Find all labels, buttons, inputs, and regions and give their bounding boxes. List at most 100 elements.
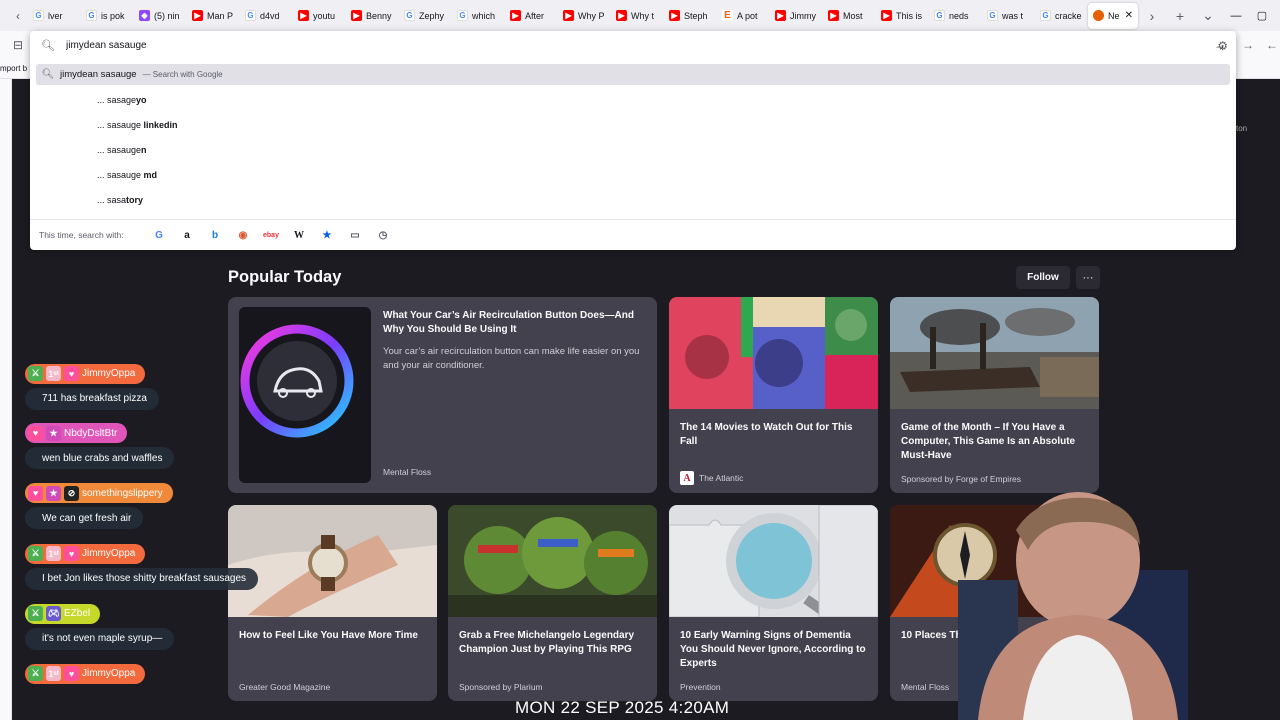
tab-scroll-right-icon[interactable]: › (1138, 3, 1166, 29)
card-source: A The Atlantic (680, 471, 743, 485)
card-title: Grab a Free Michelangelo Legendary Champ… (459, 630, 635, 655)
chat-text: 711 has breakfast pizza (25, 387, 159, 410)
tab[interactable]: ▶ Steph (664, 3, 717, 29)
one-off-search-bar: This time, search with: G a b ◉ ebay W ★… (30, 219, 1236, 250)
tab-title: Why P (578, 10, 605, 21)
story-card[interactable]: How to Feel Like You Have More Time Grea… (228, 505, 437, 701)
youtube-favicon-icon: ▶ (616, 10, 627, 21)
maximize-icon[interactable]: ▢ (1244, 0, 1280, 31)
wikipedia-engine-icon[interactable]: W (285, 224, 313, 246)
tab-title: was t (1002, 10, 1024, 21)
duckduckgo-engine-icon[interactable]: ◉ (229, 224, 257, 246)
tab[interactable]: ▶ After (505, 3, 558, 29)
tab[interactable]: Gneds (929, 3, 982, 29)
tab[interactable]: ▶ This is (876, 3, 929, 29)
chat-username-pill: ⚔ 1ˢᵗ ♥ JimmyOppa (25, 663, 146, 684)
youtube-favicon-icon: ▶ (775, 10, 786, 21)
etsy-favicon-icon: E (722, 10, 733, 21)
chat-username-pill: ⚔ 🎮︎ EZbel (25, 603, 101, 624)
bing-engine-icon[interactable]: b (201, 224, 229, 246)
tab[interactable]: E A pot (717, 3, 770, 29)
tab-title: Benny (366, 10, 392, 21)
card-title: How to Feel Like You Have More Time (239, 630, 418, 641)
card-image (448, 505, 657, 617)
heart-badge-icon: ♥ (64, 546, 79, 561)
sword-badge-icon: ⚔ (28, 666, 43, 681)
search-suggestion[interactable]: ... sasauge md (97, 170, 157, 180)
google-favicon-icon: G (1040, 10, 1051, 21)
tab[interactable]: ◆ (5) nin (134, 3, 187, 29)
tabs-icon[interactable]: ▭ (341, 224, 369, 246)
back-icon[interactable]: ← (1264, 38, 1280, 52)
tab-close-icon[interactable]: ✕ (1125, 10, 1133, 21)
story-card[interactable]: What Your Car’s Air Recirculation Button… (228, 297, 657, 493)
tab[interactable]: ▶ Most (823, 3, 876, 29)
tab[interactable]: Glver (28, 3, 81, 29)
tab[interactable]: ▶ youtu (293, 3, 346, 29)
tab[interactable]: G Zephy (399, 3, 452, 29)
card-title: 10 Early Warning Signs of Dementia You S… (680, 630, 866, 669)
tab[interactable]: Gd4vd (240, 3, 293, 29)
twitch-favicon-icon: ◆ (139, 10, 150, 21)
sidebar-toggle-icon[interactable]: ⊟ (10, 38, 26, 52)
sidebar-pane (0, 79, 12, 720)
tab[interactable]: Gis pok (81, 3, 134, 29)
tab-title: d4vd (260, 10, 280, 21)
card-source-label: Greater Good Magazine (239, 682, 331, 692)
search-suggestion[interactable]: ... sasaugen (97, 145, 147, 155)
youtube-favicon-icon: ▶ (881, 10, 892, 21)
tab[interactable]: ▶ Why P (558, 3, 611, 29)
ebay-engine-icon[interactable]: ebay (257, 224, 285, 246)
story-card[interactable]: Grab a Free Michelangelo Legendary Champ… (448, 505, 657, 701)
search-suggestion[interactable]: ... sasatory (97, 195, 143, 205)
story-card[interactable]: 10 Early Warning Signs of Dementia You S… (669, 505, 878, 701)
google-favicon-icon: G (987, 10, 998, 21)
story-card[interactable]: Game of the Month – If You Have a Comput… (890, 297, 1099, 493)
search-suggestion[interactable]: ... sasageyo (97, 95, 147, 105)
tab-title: youtu (313, 10, 336, 21)
tab[interactable]: Gwhich (452, 3, 505, 29)
sword-badge-icon: ⚔ (28, 366, 43, 381)
story-card[interactable]: The 14 Movies to Watch Out for This Fall… (669, 297, 878, 493)
tab[interactable]: ▶ Why t (611, 3, 664, 29)
urlbar-input[interactable] (66, 39, 1166, 51)
search-suggestion[interactable]: ... sasauge linkedin (97, 120, 178, 130)
amazon-engine-icon[interactable]: a (173, 224, 201, 246)
tab[interactable]: ▶ Jimmy (770, 3, 823, 29)
tab-title: Most (843, 10, 863, 21)
forward-icon[interactable]: → (1240, 38, 1256, 52)
chat-username-pill: ♥ ★ NbdyDsltBtr (25, 423, 128, 443)
tab-scroll-left-icon[interactable]: ‹ (8, 6, 28, 26)
suggestion-prefix: ... sasauge (97, 145, 142, 155)
card-source-label: Mental Floss (901, 682, 950, 692)
chat-username-pill: ⚔ 1ˢᵗ ♥ JimmyOppa (25, 543, 146, 564)
tab[interactable]: Gcracke (1035, 3, 1088, 29)
chat-message: ⚔ 1ˢᵗ ♥ JimmyOppa I bet Jon likes those shit… (25, 543, 258, 590)
chat-username: EZbel (64, 608, 91, 619)
card-title: What Your Car’s Air Recirculation Button… (383, 310, 634, 335)
stream-clock: MON 22 SEP 2025 4:20AM (515, 698, 730, 717)
card-source: Sponsored by Plarium (459, 682, 543, 692)
tab[interactable]: Gwas t (982, 3, 1035, 29)
urlbar-result-selected[interactable]: 🔍︎ jimydean sasauge — Search with Google (36, 64, 1230, 85)
tab[interactable]: ▶ Benny (346, 3, 399, 29)
search-settings-gear-icon[interactable]: ⚙ (1217, 39, 1228, 53)
tab-title: neds (949, 10, 969, 21)
tab[interactable]: ▶ Man P (187, 3, 240, 29)
new-tab-icon[interactable]: + (1166, 3, 1194, 29)
section-title: Popular Today (228, 268, 342, 286)
google-engine-icon[interactable]: G (145, 224, 173, 246)
heart-badge-icon: ♥ (64, 366, 79, 381)
chat-text: wen blue crabs and waffles (25, 447, 175, 469)
follow-button[interactable]: Follow (1016, 266, 1070, 289)
tab-active[interactable]: Ne ✕ (1088, 2, 1138, 29)
import-bookmarks-link[interactable]: mport b (0, 64, 27, 73)
bookmarks-star-icon[interactable]: ★ (313, 224, 341, 246)
suggestion-completion: yo (136, 95, 147, 105)
card-image (890, 297, 1099, 409)
chat-username: JimmyOppa (82, 668, 136, 679)
chat-message: ♥ ★ ⊘ somethingslippery We can get fresh air (25, 483, 173, 529)
more-options-button[interactable]: ··· (1076, 266, 1100, 289)
first-badge-icon: 1ˢᵗ (46, 546, 61, 561)
history-clock-icon[interactable]: ◷ (369, 224, 397, 246)
